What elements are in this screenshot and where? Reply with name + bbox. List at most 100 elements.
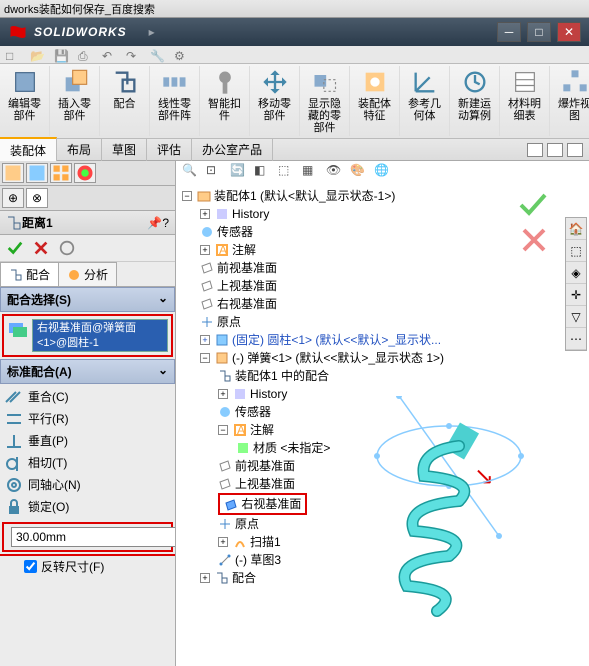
doc-minimize-button[interactable] bbox=[527, 143, 543, 157]
cmd-show-hide[interactable]: 显示隐藏的零部件 bbox=[300, 66, 350, 136]
cmd-assembly-feature[interactable]: 装配体特征 bbox=[350, 66, 400, 136]
right-toolbar: 🏠 ⬚ ◈ ✛ ▽ ⋯ bbox=[565, 217, 587, 351]
tab-layout[interactable]: 布局 bbox=[57, 138, 102, 161]
distance-input[interactable] bbox=[11, 527, 176, 547]
flip-dimension-checkbox[interactable] bbox=[24, 560, 37, 573]
tree-root[interactable]: −装配体1 (默认<默认_显示状态-1>) bbox=[182, 187, 444, 205]
face-selection-icon bbox=[7, 319, 29, 341]
cmd-move-component[interactable]: 移动零部件 bbox=[250, 66, 300, 136]
doc-close-button[interactable] bbox=[567, 143, 583, 157]
tree-front-plane[interactable]: 前视基准面 bbox=[182, 259, 444, 277]
tree-top-plane[interactable]: 上视基准面 bbox=[182, 277, 444, 295]
solidworks-logo-icon bbox=[8, 22, 28, 42]
distance-highlight: ▲▼ bbox=[2, 522, 173, 552]
fm-tab-mate[interactable]: ⊗ bbox=[26, 188, 48, 208]
minimize-button[interactable]: ─ bbox=[497, 22, 521, 42]
rotate-icon[interactable]: 🔄 bbox=[230, 163, 248, 181]
pin-icon[interactable]: 📌? bbox=[147, 216, 169, 230]
cancel-button[interactable] bbox=[32, 239, 50, 257]
cmd-linear-pattern[interactable]: 线性零部件阵 bbox=[150, 66, 200, 136]
tree-spring-mates[interactable]: 装配体1 中的配合 bbox=[182, 367, 444, 385]
command-ribbon: 编辑零部件 插入零部件 配合 线性零部件阵 智能扣件 移动零部件 显示隐藏的零部… bbox=[0, 64, 589, 139]
print-icon[interactable]: ⎙ bbox=[78, 49, 90, 61]
fm-tab-display[interactable] bbox=[74, 163, 96, 183]
cmd-smart-fastener[interactable]: 智能扣件 bbox=[200, 66, 250, 136]
cmd-edit-component[interactable]: 编辑零部件 bbox=[0, 66, 50, 136]
selection-section-header[interactable]: 配合选择(S)⌄ bbox=[0, 287, 175, 312]
svg-text:A: A bbox=[219, 243, 227, 257]
tree-sensors[interactable]: 传感器 bbox=[182, 223, 444, 241]
scene-icon[interactable]: 🌐 bbox=[374, 163, 392, 181]
app-titlebar: SOLIDWORKS ▸ ─ □ ✕ bbox=[0, 18, 589, 46]
tree-spring[interactable]: −(-) 弹簧<1> (默认<<默认>_显示状态 1>) bbox=[182, 349, 444, 367]
property-title: 距离1 bbox=[22, 214, 53, 231]
cmd-insert-component[interactable]: 插入零部件 bbox=[50, 66, 100, 136]
menu-sep: ▸ bbox=[149, 25, 155, 39]
rt-axis-icon[interactable]: ✛ bbox=[566, 284, 586, 306]
mate-icon bbox=[6, 215, 22, 231]
subtab-analyze[interactable]: 分析 bbox=[58, 262, 117, 286]
section-icon[interactable]: ◧ bbox=[254, 163, 272, 181]
redo-icon[interactable]: ↷ bbox=[126, 49, 138, 61]
svg-text:A: A bbox=[237, 423, 245, 437]
doc-restore-button[interactable] bbox=[547, 143, 563, 157]
selection-item[interactable]: 右视基准面@弹簧面<1>@圆柱-1 bbox=[33, 320, 167, 351]
cmd-mate[interactable]: 配合 bbox=[100, 66, 150, 136]
fm-tab-config[interactable] bbox=[50, 163, 72, 183]
standard-mates-header[interactable]: 标准配合(A)⌄ bbox=[0, 359, 175, 384]
rt-iso-icon[interactable]: ◈ bbox=[566, 262, 586, 284]
fm-tab-property[interactable] bbox=[26, 163, 48, 183]
graphics-view[interactable]: 🔍 ⊡ 🔄 ◧ ⬚ ▦ 👁 🎨 🌐 🏠 ⬚ ◈ ✛ ▽ ⋯ −装配体1 (默认<… bbox=[176, 161, 589, 666]
tab-sketch[interactable]: 草图 bbox=[102, 138, 147, 161]
mate-coincident[interactable]: 重合(C) bbox=[0, 386, 175, 408]
tree-right-plane[interactable]: 右视基准面 bbox=[182, 295, 444, 313]
ok-button[interactable] bbox=[6, 239, 24, 257]
rebuild-icon[interactable]: 🔧 bbox=[150, 49, 162, 61]
display-style-icon[interactable]: ▦ bbox=[302, 163, 320, 181]
save-icon[interactable]: 💾 bbox=[54, 49, 66, 61]
cmd-exploded-view[interactable]: 爆炸视图 bbox=[550, 66, 589, 136]
cmd-motion-study[interactable]: 新建运动算例 bbox=[450, 66, 500, 136]
preview-button[interactable] bbox=[58, 239, 76, 257]
mate-lock[interactable]: 锁定(O) bbox=[0, 496, 175, 518]
tree-history[interactable]: +History bbox=[182, 205, 444, 223]
reject-mate-icon[interactable] bbox=[519, 225, 549, 255]
mate-concentric[interactable]: 同轴心(N) bbox=[0, 474, 175, 496]
tree-annotations[interactable]: +A注解 bbox=[182, 241, 444, 259]
zoom-area-icon[interactable]: ⊡ bbox=[206, 163, 224, 181]
property-header: 距离1 📌? bbox=[0, 211, 175, 235]
cmd-bom[interactable]: 材料明细表 bbox=[500, 66, 550, 136]
spring-model[interactable] bbox=[329, 396, 529, 626]
tab-assembly[interactable]: 装配体 bbox=[0, 137, 57, 162]
options-icon[interactable]: ⚙ bbox=[174, 49, 186, 61]
undo-icon[interactable]: ↶ bbox=[102, 49, 114, 61]
appearance-icon[interactable]: 🎨 bbox=[350, 163, 368, 181]
tree-cylinder[interactable]: +(固定) 圆柱<1> (默认<<默认>_显示状... bbox=[182, 331, 444, 349]
open-icon[interactable]: 📂 bbox=[30, 49, 42, 61]
tree-origin[interactable]: 原点 bbox=[182, 313, 444, 331]
mate-tangent[interactable]: 相切(T) bbox=[0, 452, 175, 474]
subtab-mate[interactable]: 配合 bbox=[0, 262, 59, 286]
command-tabs: 装配体 布局 草图 评估 办公室产品 bbox=[0, 139, 589, 161]
view-orient-icon[interactable]: ⬚ bbox=[278, 163, 296, 181]
rt-filter-icon[interactable]: ▽ bbox=[566, 306, 586, 328]
zoom-fit-icon[interactable]: 🔍 bbox=[182, 163, 200, 181]
selection-highlight: 右视基准面@弹簧面<1>@圆柱-1 bbox=[2, 314, 173, 357]
new-icon[interactable]: □ bbox=[6, 49, 18, 61]
hide-show-icon[interactable]: 👁 bbox=[326, 163, 344, 181]
maximize-button[interactable]: □ bbox=[527, 22, 551, 42]
rt-view-icon[interactable]: ⬚ bbox=[566, 240, 586, 262]
fm-tab-dim[interactable]: ⊕ bbox=[2, 188, 24, 208]
tab-evaluate[interactable]: 评估 bbox=[147, 138, 192, 161]
rt-home-icon[interactable]: 🏠 bbox=[566, 218, 586, 240]
fm-tab-tree[interactable] bbox=[2, 163, 24, 183]
accept-mate-icon[interactable] bbox=[517, 191, 549, 217]
tab-office[interactable]: 办公室产品 bbox=[192, 138, 273, 161]
rt-more-icon[interactable]: ⋯ bbox=[566, 328, 586, 350]
quick-access-toolbar: □ 📂 💾 ⎙ ↶ ↷ 🔧 ⚙ bbox=[0, 46, 589, 64]
mate-perpendicular[interactable]: 垂直(P) bbox=[0, 430, 175, 452]
cmd-ref-geometry[interactable]: 参考几何体 bbox=[400, 66, 450, 136]
selection-list[interactable]: 右视基准面@弹簧面<1>@圆柱-1 bbox=[32, 319, 168, 352]
close-button[interactable]: ✕ bbox=[557, 22, 581, 42]
mate-parallel[interactable]: 平行(R) bbox=[0, 408, 175, 430]
